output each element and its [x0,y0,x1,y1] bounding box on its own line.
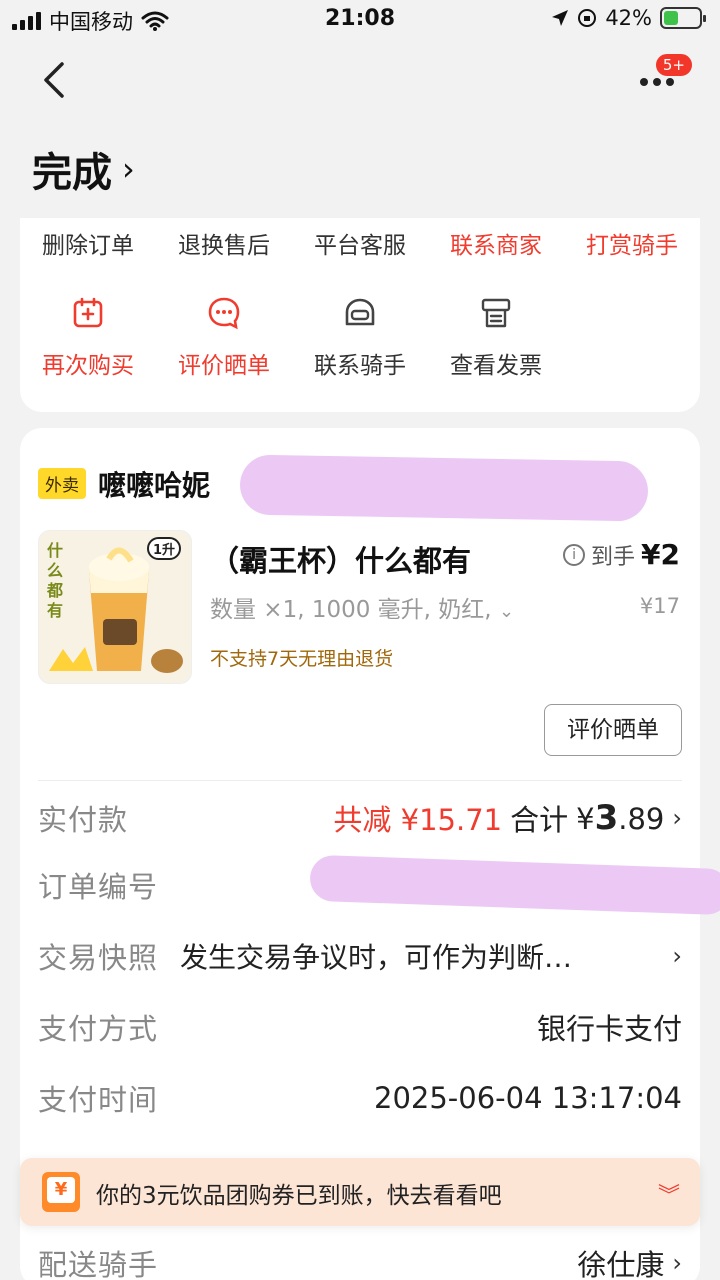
invoice-icon [481,298,511,328]
pay-time-row: 支付时间 2025-06-04 13:17:04 [38,1073,682,1123]
delete-order-button[interactable]: 删除订单 [20,226,156,260]
total-currency: ¥ [576,802,595,836]
action-card: 删除订单 退换售后 平台客服 联系商家 打赏骑手 再次购买 评价晒单 联系骑手 … [20,218,700,412]
coupon-icon [42,1172,80,1212]
rider-name: 徐仕康 [577,1248,665,1280]
total-prefix: 合计 [510,803,569,837]
back-button[interactable] [34,58,78,102]
price-prefix: 到手 [591,544,636,570]
pay-method-label: 支付方式 [38,1012,159,1046]
redaction-mark [239,454,649,522]
shop-name[interactable]: 嚒嚒哈妮 [98,464,210,504]
order-status-text: 完成 [32,150,112,196]
toast-text: 你的3元饮品团购券已到账，快去看看吧 [96,1183,502,1209]
view-invoice-label: 查看发票 [450,353,542,379]
location-icon [552,10,569,26]
nav-bar: 5+ [0,44,720,120]
helmet-icon [345,298,375,326]
platform-service-button[interactable]: 平台客服 [292,226,428,260]
comment-icon [208,297,240,330]
tip-rider-button[interactable]: 打赏骑手 [564,226,700,260]
product-spec[interactable]: 数量 ×1, 1000 毫升, 奶红, ⌄ [210,590,514,624]
total-integer: 3 [594,798,619,838]
icon-action-bar: 再次购买 评价晒单 联系骑手 查看发票 [20,296,580,380]
original-price: ¥17 [639,594,680,618]
final-price: ¥2 [641,538,680,571]
thumb-size: 1升 [147,537,182,560]
review-order-label: 评价晒单 [178,353,270,379]
discount-amount: 共减 ¥15.71 [333,803,503,837]
contact-rider-button[interactable]: 联系骑手 [292,296,428,380]
paid-value: 共减 ¥15.71 合计 ¥3.89 › [333,797,682,839]
chevron-right-icon: › [122,150,135,188]
product-price[interactable]: i 到手 ¥2 [563,538,680,571]
coupon-toast[interactable]: 你的3元饮品团购券已到账，快去看看吧 ︾ [20,1158,700,1226]
rider-value: 徐仕康 › [577,1242,682,1280]
info-icon[interactable]: i [563,543,586,566]
chevron-right-icon: › [672,804,682,832]
pay-time-value: 2025-06-04 13:17:04 [374,1081,682,1115]
after-sales-button[interactable]: 退换售后 [156,226,292,260]
order-number-label: 订单编号 [38,870,159,904]
notification-badge: 5+ [653,52,694,78]
pay-method-value: 银行卡支付 [536,1012,682,1046]
divider [38,780,682,781]
thumb-text: 什么都有 [47,541,64,620]
total-decimal: .89 [618,802,665,836]
order-status[interactable]: 完成 › [32,140,135,198]
status-bar: 中国移动 21:08 42% [0,0,720,40]
product-spec-text: 数量 ×1, 1000 毫升, 奶红, [210,597,492,623]
battery-icon [660,7,706,29]
contact-rider-label: 联系骑手 [314,353,406,379]
chevron-left-icon [44,62,64,98]
chevron-down-icon: ⌄ [498,601,515,622]
rider-label: 配送骑手 [38,1248,159,1280]
chevron-right-icon: › [672,942,682,970]
more-icon [640,78,674,86]
order-card: 外卖 嚒嚒哈妮 什么都有 1升 （霸王杯）什么都有 数量 ×1, 1000 毫升… [20,428,720,1280]
total-amount: ¥3.89 [576,798,664,838]
text-action-bar: 删除订单 退换售后 平台客服 联系商家 打赏骑手 [20,226,700,260]
status-right: 42% [551,6,706,30]
paid-label: 实付款 [38,803,129,837]
more-button[interactable]: 5+ [640,52,694,102]
product-image[interactable]: 什么都有 1升 [38,530,192,684]
contact-merchant-button[interactable]: 联系商家 [428,226,564,260]
battery-percent: 42% [605,6,652,30]
buy-again-button[interactable]: 再次购买 [20,296,156,380]
review-button[interactable]: 评价晒单 [544,704,682,756]
pay-method-row: 支付方式 银行卡支付 [38,1002,682,1052]
snapshot-label: 交易快照 [38,941,159,975]
buy-again-label: 再次购买 [42,353,134,379]
rider-row[interactable]: 配送骑手 徐仕康 › [38,1238,682,1280]
pay-time-label: 支付时间 [38,1083,159,1117]
snapshot-row[interactable]: 交易快照 发生交易争议时，可作为判断… › [38,931,682,981]
double-chevron-down-icon[interactable]: ︾ [658,1178,680,1210]
rotation-lock-icon [578,9,597,27]
cart-plus-icon [73,297,103,328]
delivery-tag: 外卖 [38,468,86,499]
review-order-button[interactable]: 评价晒单 [156,296,292,380]
chevron-right-icon: › [672,1249,682,1277]
paid-row[interactable]: 实付款 共减 ¥15.71 合计 ¥3.89 › [38,793,682,843]
product-name[interactable]: （霸王杯）什么都有 [210,538,471,580]
snapshot-value: 发生交易争议时，可作为判断… [180,941,573,974]
return-policy-notice: 不支持7天无理由退货 [210,648,394,670]
view-invoice-button[interactable]: 查看发票 [428,296,564,380]
